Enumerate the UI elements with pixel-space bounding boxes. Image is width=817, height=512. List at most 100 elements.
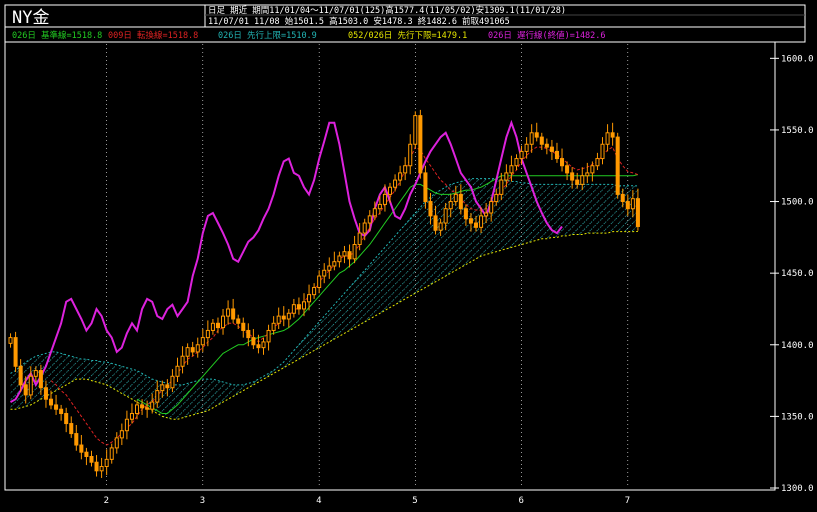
candle-body <box>312 286 317 296</box>
candle-body <box>69 423 74 435</box>
candle-body <box>620 193 625 203</box>
candle <box>342 245 347 264</box>
candle <box>600 137 605 165</box>
info-line-2: 11/07/01 11/08 始1501.5 高1503.0 安1478.3 終… <box>208 16 510 27</box>
candle-body <box>524 143 529 152</box>
legend-item: 026日 遅行線(終値)=1482.6 <box>488 30 606 41</box>
candle-body <box>463 208 468 220</box>
candle <box>544 138 549 155</box>
candle-body <box>256 344 261 349</box>
candle <box>271 316 276 335</box>
candle-body <box>210 322 215 331</box>
candle <box>327 257 332 279</box>
candle-body <box>150 401 155 410</box>
candle-body <box>539 136 544 145</box>
candle-body <box>322 269 327 277</box>
candle-body <box>200 337 205 346</box>
candle-body <box>38 370 43 389</box>
candle-body <box>372 208 377 217</box>
candle-body <box>195 344 200 353</box>
candle-body <box>18 365 23 386</box>
candle <box>276 307 281 330</box>
candle-body <box>448 201 453 210</box>
candle <box>312 283 317 299</box>
y-tick-label: 1350.0 <box>781 412 814 422</box>
candle <box>119 423 124 446</box>
candle <box>549 139 554 161</box>
candle-body <box>261 341 266 349</box>
y-tick-label: 1400.0 <box>781 341 814 351</box>
candle-body <box>342 251 347 257</box>
candle-body <box>387 186 393 195</box>
x-tick-label: 2 <box>104 496 109 506</box>
x-tick-label: 6 <box>519 496 524 506</box>
candle-body <box>580 175 585 185</box>
candle-body <box>74 433 79 446</box>
candle-body <box>165 384 170 389</box>
candle-body <box>251 337 256 346</box>
legend: 026日 基準線=1518.8 009日 転換線=1518.8 026日 先行上限=… <box>12 30 606 41</box>
legend-item: 026日 先行上限=1510.9 <box>218 30 317 41</box>
ichimoku-cloud <box>10 178 638 420</box>
candle <box>286 308 291 328</box>
candle-body <box>549 146 554 152</box>
candle-body <box>175 365 180 377</box>
candle-body <box>291 304 296 314</box>
candle <box>64 407 69 433</box>
x-tick-label: 4 <box>316 496 321 506</box>
candle <box>74 424 79 451</box>
candle-body <box>398 172 403 181</box>
candle-body <box>458 193 463 210</box>
candle-body <box>246 329 251 339</box>
candle <box>215 317 220 334</box>
candle-body <box>33 370 38 377</box>
candle <box>413 111 418 149</box>
candle <box>398 165 403 186</box>
candle-body <box>625 201 630 210</box>
candle <box>514 154 519 171</box>
candle-body <box>281 315 286 320</box>
candle-body <box>109 447 114 460</box>
candle <box>337 251 342 268</box>
candle-body <box>99 466 104 472</box>
candle-body <box>423 172 428 203</box>
candle-body <box>494 193 499 203</box>
candle-body <box>433 215 438 231</box>
candle-body <box>13 337 18 367</box>
candle <box>296 297 301 315</box>
cloud-area <box>10 178 638 420</box>
candle <box>109 443 114 464</box>
x-axis-labels: 2 3 4 5 6 7 <box>104 496 631 506</box>
candle-body <box>428 201 433 217</box>
candle <box>529 124 534 153</box>
candle <box>322 263 327 284</box>
candle-body <box>266 329 271 343</box>
candle <box>595 152 600 171</box>
candle <box>84 447 89 466</box>
candle <box>13 331 18 372</box>
candle <box>251 329 256 350</box>
candle-body <box>418 115 423 174</box>
candle-body <box>271 322 276 331</box>
legend-item: 009日 転換線=1518.8 <box>108 30 198 41</box>
candle-body <box>241 322 246 331</box>
candle <box>347 244 352 268</box>
candle <box>291 298 296 318</box>
candle <box>89 450 94 467</box>
candle-body <box>565 165 570 174</box>
candle-body <box>155 390 160 403</box>
candle <box>129 403 134 424</box>
candle-body <box>468 218 473 224</box>
y-tick-label: 1450.0 <box>781 269 814 279</box>
candle-body <box>79 444 84 453</box>
candle-body <box>443 208 448 224</box>
candle-body <box>231 308 236 320</box>
candle <box>281 306 286 327</box>
candle-body <box>514 158 519 167</box>
candle <box>352 235 357 264</box>
candle <box>54 394 59 415</box>
y-tick-label: 1300.0 <box>781 484 814 494</box>
candle-body <box>84 451 89 457</box>
candle-body <box>534 132 539 138</box>
candle-body <box>145 407 150 410</box>
